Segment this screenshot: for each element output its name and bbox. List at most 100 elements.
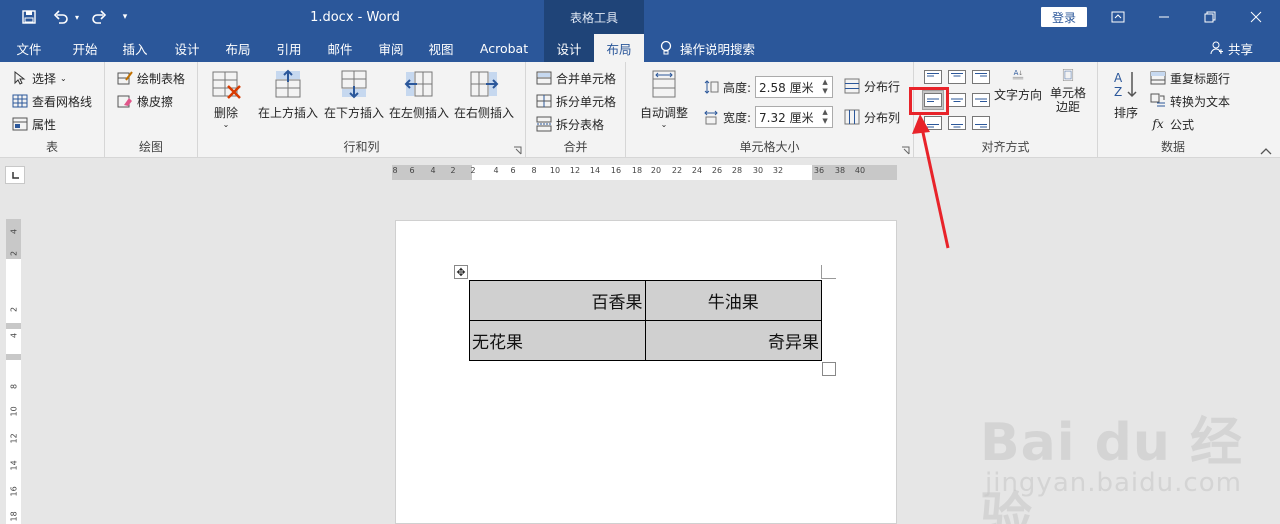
spin-down-icon[interactable]: ▼	[822, 117, 827, 126]
spin-down-icon[interactable]: ▼	[822, 87, 827, 96]
tell-me-search[interactable]: 操作说明搜索	[660, 34, 755, 62]
spin-up-icon[interactable]: ▲	[822, 78, 827, 87]
close-icon[interactable]	[1233, 0, 1279, 34]
table-cell[interactable]: 牛油果	[644, 280, 822, 321]
insert-left-button[interactable]: 在左侧插入	[389, 68, 449, 121]
height-spinner[interactable]: 2.58 厘米 ▲ ▼	[755, 76, 834, 98]
tab-table-design[interactable]: 设计	[544, 34, 594, 62]
align-center-right-icon[interactable]	[970, 90, 992, 110]
tab-layout[interactable]: 布局	[215, 34, 261, 62]
view-gridlines-button[interactable]: 查看网格线	[12, 91, 92, 111]
repeat-header-rows-button[interactable]: 重复标题行	[1150, 68, 1230, 88]
ribbon-tabs: 文件 开始 插入 设计 布局 引用 邮件 审阅 视图 Acrobat 设计 布局…	[0, 34, 1280, 62]
autofit-button[interactable]: 自动调整 ⌄	[640, 68, 688, 129]
ruler-tick-label: 4	[9, 228, 19, 235]
tab-home[interactable]: 开始	[62, 34, 108, 62]
height-control: 高度: 2.58 厘米 ▲ ▼	[703, 76, 834, 98]
view-gridlines-label: 查看网格线	[32, 94, 93, 109]
save-icon[interactable]	[16, 0, 42, 34]
cell-margins-button[interactable]: 单元格 边距	[1050, 68, 1086, 114]
minimize-icon[interactable]	[1141, 0, 1187, 34]
select-button[interactable]: 选择 ⌄	[12, 68, 67, 88]
group-rows-columns: 删除 ⌄ 在上方插入 在下方插入 在左侧插入 在右侧插入 行和列	[198, 62, 526, 158]
insert-below-label: 在下方插入	[324, 106, 385, 120]
group-draw: 绘制表格 橡皮擦 绘图	[105, 62, 198, 158]
table-row: 百香果 牛油果	[469, 280, 822, 321]
eraser-icon	[117, 95, 132, 108]
cell-margins-label-1: 单元格	[1050, 86, 1087, 100]
undo-icon[interactable]	[48, 0, 74, 34]
tab-mailings[interactable]: 邮件	[317, 34, 363, 62]
tab-selector[interactable]	[5, 166, 25, 184]
eraser-label: 橡皮擦	[137, 94, 174, 109]
merge-cells-button[interactable]: 合并单元格	[536, 68, 616, 88]
login-button[interactable]: 登录	[1041, 7, 1087, 27]
ruler-tick-label: 18	[9, 511, 19, 522]
document-table[interactable]: 百香果 牛油果 无花果 奇异果	[469, 280, 822, 361]
convert-to-text-button[interactable]: 转换为文本	[1150, 91, 1230, 111]
insert-below-button[interactable]: 在下方插入	[324, 68, 384, 121]
redo-icon[interactable]	[86, 0, 112, 34]
tab-insert[interactable]: 插入	[112, 34, 158, 62]
share-label: 共享	[1228, 41, 1254, 57]
undo-dropdown-icon[interactable]: ▾	[72, 0, 82, 34]
chevron-down-icon: ⌄	[60, 73, 67, 83]
pencil-table-icon	[117, 71, 133, 85]
draw-table-button[interactable]: 绘制表格	[117, 68, 185, 88]
distribute-columns-button[interactable]: 分布列	[844, 107, 900, 127]
table-row: 无花果 奇异果	[469, 320, 822, 361]
repeat-header-label: 重复标题行	[1170, 71, 1231, 86]
tab-view[interactable]: 视图	[418, 34, 464, 62]
ruler-tick-label: 30	[752, 166, 764, 175]
width-spinner[interactable]: 7.32 厘米 ▲ ▼	[755, 106, 834, 128]
insert-above-icon	[275, 69, 301, 98]
insert-above-button[interactable]: 在上方插入	[258, 68, 318, 121]
text-direction-button[interactable]: A 文字方向	[994, 68, 1042, 103]
restore-icon[interactable]	[1187, 0, 1233, 34]
spin-up-icon[interactable]: ▲	[822, 108, 827, 117]
ribbon: 选择 ⌄ 查看网格线 属性 表 绘制表格 橡皮擦 绘图 删除 ⌄ 在上方插入 在…	[0, 62, 1280, 158]
insert-right-button[interactable]: 在右侧插入	[454, 68, 514, 121]
vertical-ruler[interactable]: 4 2 2 4 8 10 12 14 16 18	[6, 219, 21, 524]
formula-button[interactable]: fx 公式	[1150, 114, 1194, 134]
split-cells-button[interactable]: 拆分单元格	[536, 91, 616, 111]
tab-review[interactable]: 审阅	[368, 34, 414, 62]
insert-right-icon	[470, 71, 499, 97]
group-data: AZ 排序 重复标题行 转换为文本 fx 公式 数据	[1098, 62, 1248, 158]
ruler-tick-label: 8	[9, 383, 19, 390]
align-top-left-icon[interactable]	[922, 67, 944, 87]
tab-references[interactable]: 引用	[266, 34, 312, 62]
delete-button[interactable]: 删除 ⌄	[210, 68, 242, 129]
align-bottom-right-icon[interactable]	[970, 113, 992, 133]
tab-table-layout[interactable]: 布局	[594, 34, 644, 62]
properties-button[interactable]: 属性	[12, 114, 56, 134]
ribbon-display-options-icon[interactable]	[1095, 0, 1141, 34]
ruler-tick-label: 20	[650, 166, 662, 175]
customize-toolbar-icon[interactable]: ▾	[118, 0, 132, 34]
table-cell[interactable]: 无花果	[469, 320, 646, 361]
eraser-button[interactable]: 橡皮擦	[117, 91, 173, 111]
table-cell[interactable]: 奇异果	[644, 320, 822, 361]
collapse-ribbon-icon[interactable]	[1259, 146, 1273, 156]
distribute-rows-button[interactable]: 分布行	[844, 76, 900, 96]
width-control: 宽度: 7.32 厘米 ▲ ▼	[703, 106, 834, 128]
height-label: 高度:	[723, 80, 752, 95]
table-cell[interactable]: 百香果	[469, 280, 646, 321]
align-top-center-icon[interactable]	[946, 67, 968, 87]
ruler-tick-label: 24	[691, 166, 703, 175]
split-table-button[interactable]: 拆分表格	[536, 114, 604, 134]
tab-design[interactable]: 设计	[164, 34, 210, 62]
document-title: 1.docx - Word	[310, 9, 400, 25]
horizontal-ruler[interactable]: 8 6 4 2 2 4 6 8 10 12 14 16 18 20 22 24 26 28 30 32 36 38 40	[392, 165, 897, 180]
align-top-right-icon[interactable]	[970, 67, 992, 87]
tab-acrobat[interactable]: Acrobat	[472, 34, 536, 62]
split-cells-icon	[536, 94, 552, 108]
annotation-arrow-icon	[912, 114, 950, 249]
insert-below-icon	[341, 70, 367, 99]
share-button[interactable]: 共享	[1210, 34, 1253, 62]
tab-file[interactable]: 文件	[6, 34, 52, 62]
table-move-handle-icon[interactable]: ✥	[454, 265, 468, 279]
insert-left-icon	[404, 71, 433, 97]
sort-button[interactable]: AZ 排序	[1110, 68, 1142, 121]
table-resize-handle[interactable]	[822, 362, 836, 376]
